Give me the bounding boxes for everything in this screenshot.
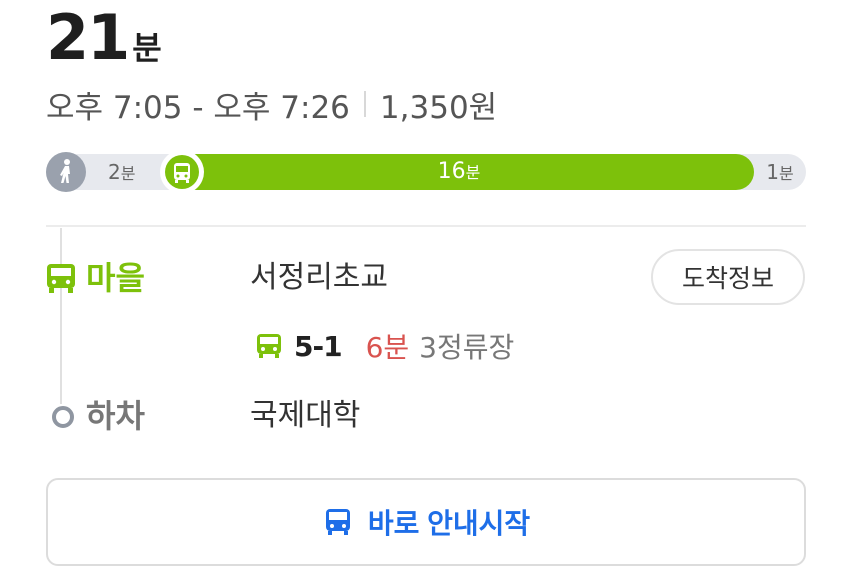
start-navigation-label: 바로 안내시작 bbox=[367, 508, 531, 539]
start-navigation-button[interactable]: 바로 안내시작 bbox=[46, 478, 806, 566]
separator bbox=[363, 91, 366, 117]
trip-times: 오후 7:05 - 오후 7:26 1,350원 bbox=[46, 82, 497, 126]
bus-segment-label: 16분 bbox=[437, 159, 481, 184]
stops-count: 3정류장 bbox=[419, 331, 515, 364]
bus-icon bbox=[44, 261, 78, 295]
duration-value: 21 bbox=[46, 1, 130, 74]
walk-segment-label: 2분 bbox=[108, 160, 136, 184]
end-segment-label: 1분 bbox=[766, 160, 794, 184]
bus-icon bbox=[322, 506, 354, 538]
walk-icon bbox=[46, 152, 86, 192]
alight-label: 하차 bbox=[86, 397, 145, 435]
wait-time: 6분 bbox=[365, 331, 410, 364]
bus-route-info[interactable]: 5-1 6분 3정류장 bbox=[254, 324, 514, 368]
trip-duration: 21 분 bbox=[46, 2, 162, 74]
alight-stop-name[interactable]: 국제대학 bbox=[250, 394, 360, 438]
route-timeline-line bbox=[60, 228, 62, 404]
divider bbox=[46, 225, 806, 227]
boarding-stop-name[interactable]: 서정리초교 bbox=[250, 256, 388, 300]
duration-unit: 분 bbox=[132, 29, 162, 67]
alight-point-icon bbox=[52, 406, 74, 428]
fare: 1,350원 bbox=[379, 89, 498, 126]
bus-type-label: 마을 bbox=[86, 259, 145, 297]
arrival-info-button[interactable]: 도착정보 bbox=[651, 249, 805, 305]
time-range: 오후 7:05 - 오후 7:26 bbox=[46, 89, 350, 126]
route-number: 5-1 bbox=[294, 329, 343, 363]
bus-icon bbox=[254, 331, 284, 361]
